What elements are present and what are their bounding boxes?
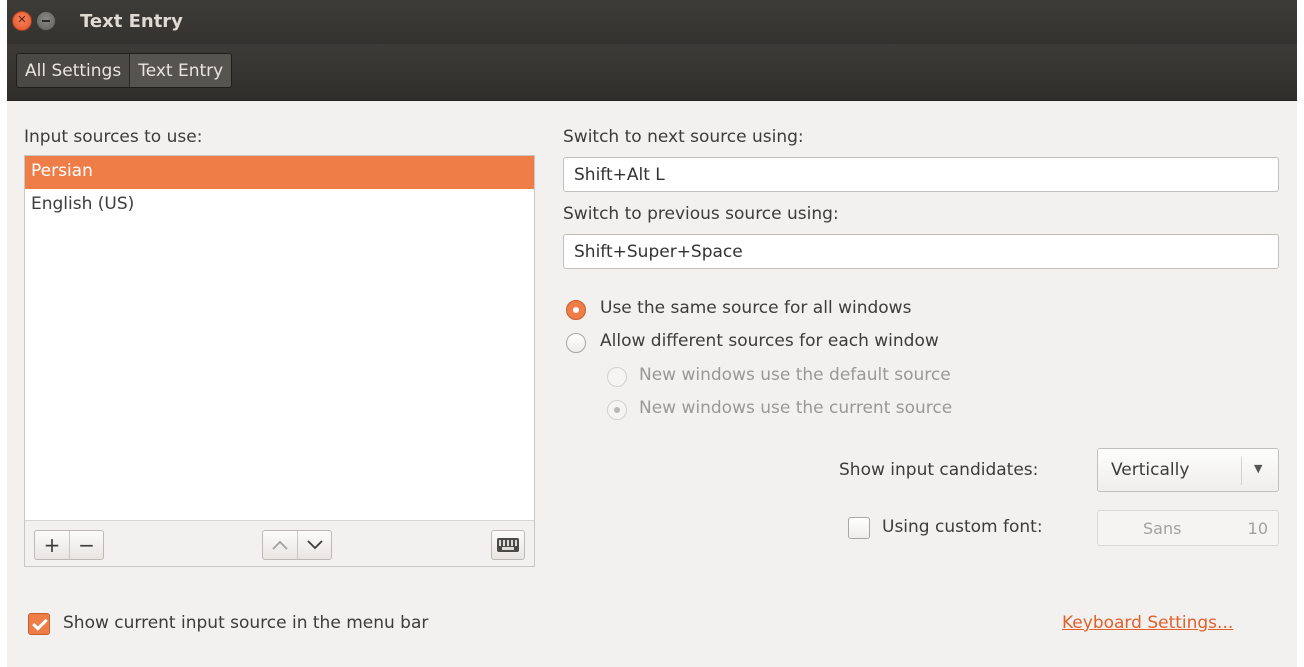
add-remove-group: + −: [34, 530, 104, 560]
minimize-icon[interactable]: [36, 11, 56, 31]
list-item[interactable]: English (US): [25, 189, 534, 222]
keyboard-layout-button[interactable]: [491, 530, 525, 560]
font-chooser-button[interactable]: Sans 10: [1097, 510, 1279, 546]
same-source-radio[interactable]: [566, 300, 586, 320]
title-bar: Text Entry: [7, 0, 1297, 44]
keyboard-icon: [497, 538, 519, 552]
font-size: 10: [1247, 519, 1268, 538]
input-sources-panel: Persian English (US) + −: [24, 155, 535, 567]
add-source-button[interactable]: +: [35, 531, 69, 559]
input-candidates-label: Show input candidates:: [839, 460, 1039, 480]
new-windows-default-label: New windows use the default source: [639, 365, 951, 385]
input-candidates-value: Vertically: [1111, 460, 1190, 480]
input-sources-list[interactable]: Persian English (US): [25, 156, 534, 520]
chevron-up-icon: [272, 540, 288, 550]
text-entry-window: Text Entry All Settings Text Entry Input…: [7, 0, 1297, 667]
reorder-group: [262, 530, 332, 560]
move-down-button[interactable]: [297, 531, 331, 559]
new-windows-default-radio[interactable]: [607, 367, 627, 387]
custom-font-label: Using custom font:: [882, 517, 1043, 537]
show-in-menu-bar-label: Show current input source in the menu ba…: [63, 613, 429, 633]
font-name: Sans: [1143, 519, 1182, 538]
close-icon[interactable]: [12, 11, 32, 31]
combo-divider: [1241, 457, 1242, 485]
list-item[interactable]: Persian: [25, 156, 534, 189]
different-sources-label: Allow different sources for each window: [600, 331, 939, 351]
different-sources-radio[interactable]: [566, 333, 586, 353]
previous-source-shortcut-field[interactable]: Shift+Super+Space: [563, 234, 1279, 269]
breadcrumb-text-entry[interactable]: Text Entry: [129, 54, 232, 87]
breadcrumb: All Settings Text Entry: [16, 53, 233, 88]
new-windows-current-radio[interactable]: [607, 400, 627, 420]
breadcrumb-all-settings[interactable]: All Settings: [17, 54, 129, 87]
keyboard-settings-link[interactable]: Keyboard Settings...: [1062, 613, 1233, 633]
input-candidates-select[interactable]: Vertically ▼: [1097, 448, 1279, 492]
same-source-label: Use the same source for all windows: [600, 298, 912, 318]
list-toolbar: + −: [25, 520, 534, 566]
show-in-menu-bar-checkbox[interactable]: [28, 613, 50, 635]
chevron-down-icon: ▼: [1254, 462, 1263, 475]
input-sources-label: Input sources to use:: [24, 127, 203, 147]
new-windows-current-label: New windows use the current source: [639, 398, 953, 418]
next-source-label: Switch to next source using:: [563, 127, 804, 147]
toolbar: All Settings Text Entry: [7, 44, 1297, 101]
previous-source-label: Switch to previous source using:: [563, 204, 839, 224]
move-up-button[interactable]: [263, 531, 297, 559]
window-title: Text Entry: [80, 11, 183, 32]
custom-font-checkbox[interactable]: [848, 517, 870, 539]
remove-source-button[interactable]: −: [69, 531, 103, 559]
chevron-down-icon: [306, 540, 323, 550]
next-source-shortcut-field[interactable]: Shift+Alt L: [563, 157, 1279, 192]
